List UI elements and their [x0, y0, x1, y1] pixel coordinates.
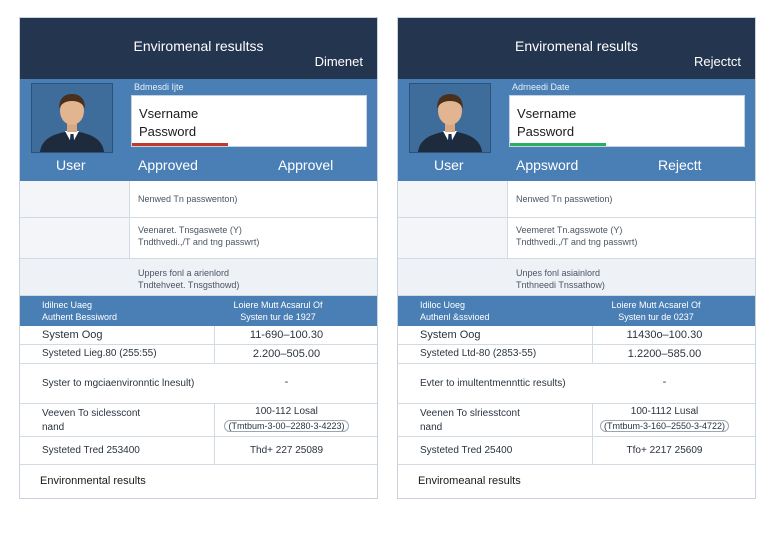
- footer-text: Environmental results: [40, 475, 146, 487]
- username-label: Vsername: [139, 106, 199, 121]
- user-label: User: [56, 157, 86, 173]
- info-row: Nenwed Tn passwenton): [20, 181, 377, 218]
- info-row: Veenaret. Tnsgaswete (Y) Tndthvedi.,/T a…: [20, 218, 377, 259]
- decision-label: Approvel: [278, 157, 334, 173]
- table-row: Systeted Lieg.80 (255:55) 2.200–505.00: [20, 345, 377, 364]
- profile-area: Bdmesdi Ijte Vsername Password User Appr…: [20, 79, 377, 181]
- panel-title: Enviromenal resultss: [133, 38, 264, 54]
- approval-label: Approved: [138, 157, 198, 173]
- table-row: Veenen To slriesstcont nand 100-1112 Lus…: [398, 404, 755, 437]
- avatar: [409, 83, 491, 153]
- left-panel: Enviromenal resultss Dimenet Bdmesdi Ijt…: [19, 17, 378, 499]
- footer-text: Enviromeanal results: [418, 475, 521, 487]
- credentials-box[interactable]: Vsername Password: [131, 95, 367, 147]
- person-icon: [410, 84, 490, 152]
- strength-bar: [132, 143, 228, 146]
- table-row: Evter to imultentmennttic results) -: [398, 364, 755, 404]
- table-row: Veeven To siclesscont nand 100-112 Losal…: [20, 404, 377, 437]
- person-icon: [32, 84, 112, 152]
- avatar: [31, 83, 113, 153]
- status-text: Rejectct: [694, 54, 741, 69]
- panel-title: Enviromenal results: [515, 38, 638, 54]
- panel-header: Enviromenal resultss Dimenet: [20, 18, 377, 79]
- decision-label: Rejectt: [658, 157, 702, 173]
- credentials-box[interactable]: Vsername Password: [509, 95, 745, 147]
- field-caption: Adrneedi Date: [512, 82, 570, 92]
- strength-bar: [510, 143, 606, 146]
- table-row: Systeted Tred 25400 Tfo+ 2217 25609: [398, 437, 755, 465]
- profile-area: Adrneedi Date Vsername Password User App…: [398, 79, 755, 181]
- username-label: Vsername: [517, 106, 577, 121]
- info-row: Veemeret Tn.agsswote (Y) Tndthvedi.,/T a…: [398, 218, 755, 259]
- approval-label: Appsword: [516, 157, 579, 173]
- table-row: Systeted Ltd-80 (2853-55) 1.2200–585.00: [398, 345, 755, 364]
- footer: Environmental results: [20, 464, 377, 498]
- info-row: Uppers fonl a arienlord Tndtehveet. Tnsg…: [20, 259, 377, 296]
- footer: Enviromeanal results: [398, 464, 755, 498]
- table-row: System Oog 11430o–100.30: [398, 326, 755, 345]
- info-row: Nenwed Tn passwetion): [398, 181, 755, 218]
- table-row: Syster to mgciaenvironntic lnesult) -: [20, 364, 377, 404]
- right-panel: Enviromenal results Rejectct Adrneedi Da…: [397, 17, 756, 499]
- section-band: Idilnec Uaeg Authent Bessiword Loiere Mu…: [20, 296, 377, 326]
- panel-header: Enviromenal results Rejectct: [398, 18, 755, 79]
- table-row: System Oog 11-690–100.30: [20, 326, 377, 345]
- table-row: Systeted Tred 253400 Thd+ 227 25089: [20, 437, 377, 465]
- section-band: Idiloc Uoeg Authenl &ssvioed Loiere Mutt…: [398, 296, 755, 326]
- info-row: Unpes fonl asiainlord Tnthneedi Tnssatho…: [398, 259, 755, 296]
- status-text: Dimenet: [314, 54, 363, 69]
- field-caption: Bdmesdi Ijte: [134, 82, 184, 92]
- user-label: User: [434, 157, 464, 173]
- password-label: Password: [517, 124, 575, 139]
- password-label: Password: [139, 124, 197, 139]
